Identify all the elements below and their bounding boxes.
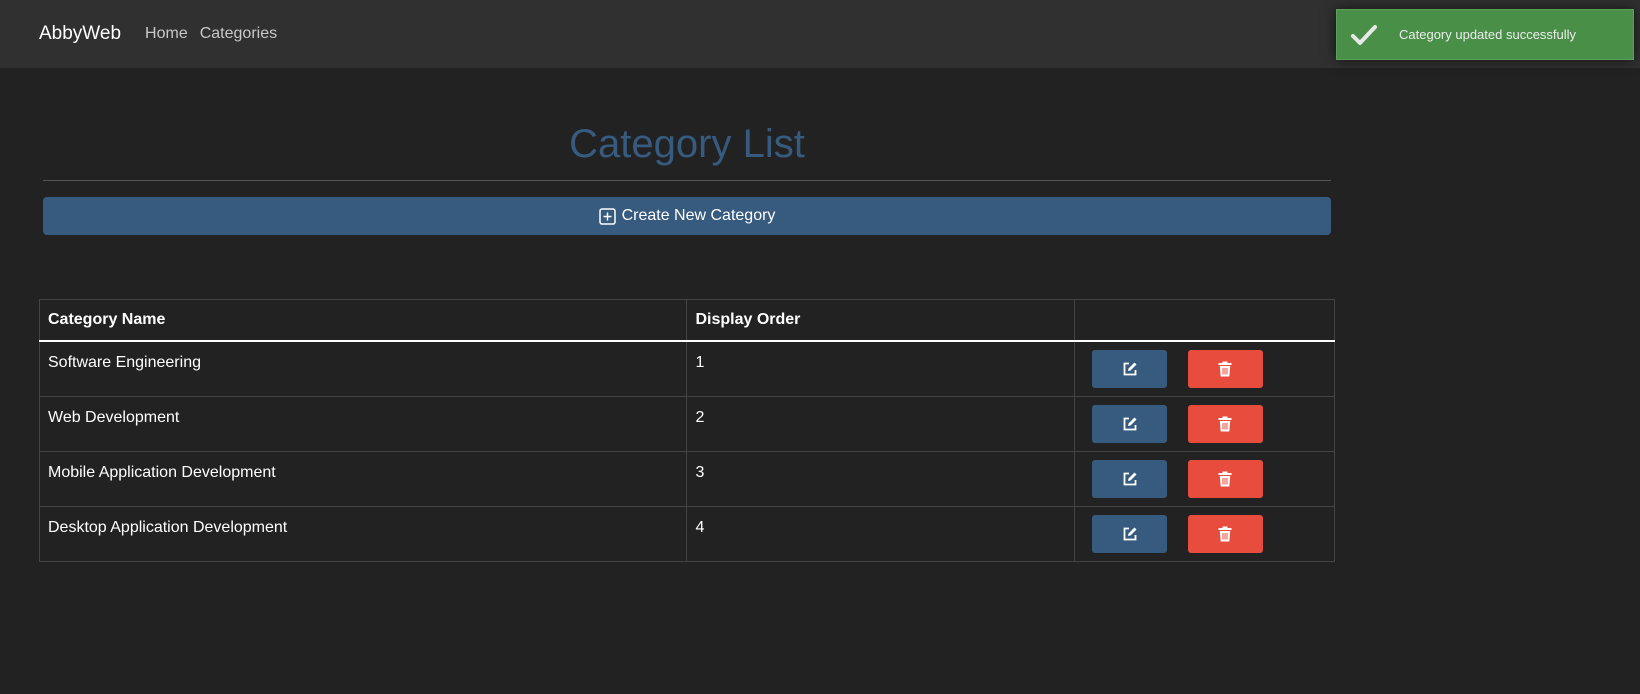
header-category-name: Category Name	[38, 299, 688, 342]
cell-category-name: Mobile Application Development	[38, 451, 688, 507]
trash-icon	[1218, 416, 1232, 432]
header-display-order: Display Order	[686, 299, 1076, 342]
edit-icon	[1123, 527, 1137, 541]
plus-square-icon	[598, 207, 616, 225]
cell-category-name: Desktop Application Development	[38, 506, 688, 562]
edit-icon	[1123, 472, 1137, 486]
cell-display-order: 3	[686, 451, 1076, 507]
edit-button[interactable]	[1092, 405, 1168, 443]
trash-icon	[1218, 471, 1232, 487]
table-row: Software Engineering 1	[38, 340, 1335, 397]
table-row: Desktop Application Development 4	[38, 506, 1335, 562]
page-title: Category List	[569, 122, 805, 166]
title-divider	[43, 180, 1331, 181]
edit-icon	[1123, 417, 1137, 431]
cell-actions	[1074, 396, 1335, 452]
delete-button[interactable]	[1187, 350, 1263, 388]
trash-icon	[1218, 526, 1232, 542]
table-header-row: Category Name Display Order	[38, 299, 1335, 342]
create-category-button[interactable]: Create New Category	[43, 197, 1331, 235]
cell-actions	[1074, 451, 1335, 507]
toast-message: Category updated successfully	[1399, 27, 1577, 42]
checkmark-icon	[1351, 23, 1379, 47]
header-actions	[1074, 299, 1335, 342]
brand-link[interactable]: AbbyWeb	[39, 23, 121, 45]
cell-category-name: Web Development	[38, 396, 688, 452]
delete-button[interactable]	[1187, 405, 1263, 443]
create-category-label: Create New Category	[621, 207, 776, 224]
nav-link-home[interactable]: Home	[145, 25, 188, 43]
delete-button[interactable]	[1187, 515, 1263, 553]
cell-actions	[1074, 506, 1335, 562]
edit-button[interactable]	[1092, 350, 1168, 388]
table-row: Mobile Application Development 3	[38, 451, 1335, 507]
cell-category-name: Software Engineering	[38, 340, 688, 397]
cell-display-order: 4	[686, 506, 1076, 562]
edit-button[interactable]	[1092, 515, 1168, 553]
success-toast[interactable]: Category updated successfully	[1336, 9, 1634, 60]
delete-button[interactable]	[1187, 460, 1263, 498]
edit-button[interactable]	[1092, 460, 1168, 498]
edit-icon	[1123, 362, 1137, 376]
cell-display-order: 1	[686, 340, 1076, 397]
cell-actions	[1074, 340, 1335, 397]
table-row: Web Development 2	[38, 396, 1335, 452]
nav-link-categories[interactable]: Categories	[200, 25, 277, 43]
category-table: Category Name Display Order Software Eng…	[38, 299, 1335, 562]
cell-display-order: 2	[686, 396, 1076, 452]
trash-icon	[1218, 361, 1232, 377]
